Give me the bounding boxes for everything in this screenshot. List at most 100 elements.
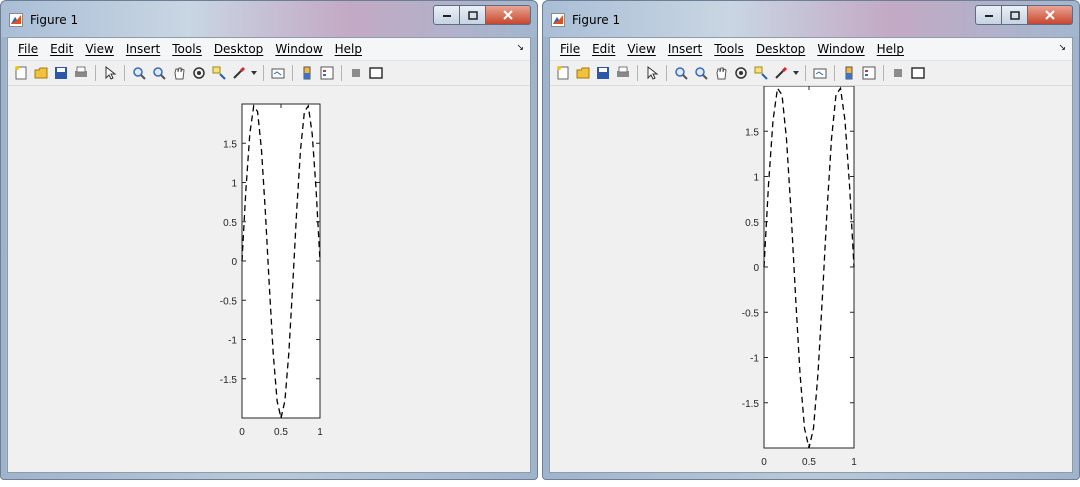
toolbar-separator bbox=[666, 65, 667, 81]
zoom-in-icon[interactable] bbox=[131, 65, 147, 81]
menu-edit[interactable]: Edit bbox=[50, 42, 73, 56]
menu-insert[interactable]: Insert bbox=[668, 42, 702, 56]
show-plot-tools-icon[interactable] bbox=[910, 65, 926, 81]
data-cursor-icon[interactable] bbox=[753, 65, 769, 81]
axes-box[interactable] bbox=[241, 103, 321, 419]
close-button[interactable] bbox=[486, 5, 531, 25]
window-title: Figure 1 bbox=[572, 13, 621, 27]
menu-tools[interactable]: Tools bbox=[172, 42, 202, 56]
menu-help[interactable]: Help bbox=[877, 42, 904, 56]
figure-canvas[interactable]: -1.5 -1 -0.5 0 0.5 1 1.5 0 0.5 1 bbox=[550, 86, 1072, 472]
brush-icon[interactable] bbox=[231, 65, 247, 81]
y-tick-label: 1.5 bbox=[745, 127, 759, 138]
toolbar-separator bbox=[805, 65, 806, 81]
minimize-button[interactable] bbox=[975, 5, 1002, 25]
figure-window-right: Figure 1 File Edit View Insert Tools Des… bbox=[542, 0, 1080, 480]
minimize-icon bbox=[442, 15, 451, 17]
window-title: Figure 1 bbox=[30, 13, 79, 27]
maximize-icon bbox=[467, 10, 478, 20]
menu-desktop[interactable]: Desktop bbox=[756, 42, 806, 56]
figure-window-left: Figure 1 File Edit View Insert Tools Des… bbox=[0, 0, 538, 480]
menu-insert[interactable]: Insert bbox=[126, 42, 160, 56]
y-tick-label: 1 bbox=[231, 179, 237, 190]
open-file-icon[interactable] bbox=[33, 65, 49, 81]
menu-view[interactable]: View bbox=[627, 42, 655, 56]
figure-toolbar bbox=[550, 61, 1072, 86]
figure-canvas[interactable]: -1.5 -1 -0.5 0 0.5 1 1.5 0 0.5 1 bbox=[8, 86, 530, 472]
y-tick-label: 0.5 bbox=[223, 218, 237, 229]
show-plot-tools-icon[interactable] bbox=[368, 65, 384, 81]
new-figure-icon[interactable] bbox=[13, 65, 29, 81]
minimize-icon bbox=[984, 15, 993, 17]
y-tick-label: 0 bbox=[753, 263, 759, 274]
zoom-out-icon[interactable] bbox=[693, 65, 709, 81]
print-icon[interactable] bbox=[615, 65, 631, 81]
open-file-icon[interactable] bbox=[575, 65, 591, 81]
menu-help[interactable]: Help bbox=[335, 42, 362, 56]
save-icon[interactable] bbox=[595, 65, 611, 81]
pointer-icon[interactable] bbox=[102, 65, 118, 81]
pointer-icon[interactable] bbox=[644, 65, 660, 81]
zoom-out-icon[interactable] bbox=[151, 65, 167, 81]
pan-icon[interactable] bbox=[171, 65, 187, 81]
linked-plot-icon[interactable] bbox=[270, 65, 286, 81]
menu-overflow-icon[interactable]: ↘ bbox=[1058, 43, 1066, 53]
close-icon bbox=[503, 10, 513, 20]
menu-edit[interactable]: Edit bbox=[592, 42, 615, 56]
menu-overflow-icon[interactable]: ↘ bbox=[516, 43, 524, 53]
menu-desktop[interactable]: Desktop bbox=[214, 42, 264, 56]
y-tick-label: -1.5 bbox=[220, 375, 238, 386]
toolbar-separator bbox=[637, 65, 638, 81]
y-tick-label: -1 bbox=[228, 336, 237, 347]
menu-file[interactable]: File bbox=[18, 42, 38, 56]
minimize-button[interactable] bbox=[433, 5, 460, 25]
menu-window[interactable]: Window bbox=[275, 42, 322, 56]
hide-plot-tools-icon[interactable] bbox=[348, 65, 364, 81]
print-icon[interactable] bbox=[73, 65, 89, 81]
toolbar-separator bbox=[124, 65, 125, 81]
menu-tools[interactable]: Tools bbox=[714, 42, 744, 56]
insert-legend-icon[interactable] bbox=[319, 65, 335, 81]
menu-window[interactable]: Window bbox=[817, 42, 864, 56]
title-bar[interactable]: Figure 1 bbox=[543, 1, 1079, 37]
y-tick-label: 0 bbox=[231, 257, 237, 268]
brush-dropdown-icon[interactable] bbox=[793, 65, 799, 81]
matlab-icon bbox=[9, 13, 23, 27]
menu-file[interactable]: File bbox=[560, 42, 580, 56]
data-cursor-icon[interactable] bbox=[211, 65, 227, 81]
y-tick-label: -0.5 bbox=[742, 308, 760, 319]
figure-toolbar bbox=[8, 61, 530, 86]
y-tick-label: 1.5 bbox=[223, 139, 237, 150]
matlab-icon bbox=[551, 13, 565, 27]
insert-legend-icon[interactable] bbox=[861, 65, 877, 81]
rotate-3d-icon[interactable] bbox=[191, 65, 207, 81]
menu-view[interactable]: View bbox=[85, 42, 113, 56]
x-tick-label: 0 bbox=[761, 457, 767, 468]
x-tick-label: 1 bbox=[851, 457, 857, 468]
axes-box[interactable] bbox=[763, 86, 855, 449]
new-figure-icon[interactable] bbox=[555, 65, 571, 81]
insert-colorbar-icon[interactable] bbox=[841, 65, 857, 81]
rotate-3d-icon[interactable] bbox=[733, 65, 749, 81]
brush-icon[interactable] bbox=[773, 65, 789, 81]
maximize-icon bbox=[1009, 10, 1020, 20]
close-button[interactable] bbox=[1028, 5, 1073, 25]
y-tick-label: 1 bbox=[753, 173, 759, 184]
hide-plot-tools-icon[interactable] bbox=[890, 65, 906, 81]
title-bar[interactable]: Figure 1 bbox=[1, 1, 537, 37]
brush-dropdown-icon[interactable] bbox=[251, 65, 257, 81]
toolbar-separator bbox=[95, 65, 96, 81]
pan-icon[interactable] bbox=[713, 65, 729, 81]
y-tick-label: -1 bbox=[750, 354, 759, 365]
zoom-in-icon[interactable] bbox=[673, 65, 689, 81]
linked-plot-icon[interactable] bbox=[812, 65, 828, 81]
axes-svg[interactable]: -1.5 -1 -0.5 0 0.5 1 1.5 0 0.5 1 bbox=[550, 86, 1073, 473]
figure-client: File Edit View Insert Tools Desktop Wind… bbox=[549, 37, 1073, 473]
maximize-button[interactable] bbox=[460, 5, 486, 25]
figure-client: File Edit View Insert Tools Desktop Wind… bbox=[7, 37, 531, 473]
x-tick-label: 0 bbox=[239, 427, 245, 438]
save-icon[interactable] bbox=[53, 65, 69, 81]
insert-colorbar-icon[interactable] bbox=[299, 65, 315, 81]
axes-svg[interactable]: -1.5 -1 -0.5 0 0.5 1 1.5 0 0.5 1 bbox=[8, 86, 531, 473]
maximize-button[interactable] bbox=[1002, 5, 1028, 25]
